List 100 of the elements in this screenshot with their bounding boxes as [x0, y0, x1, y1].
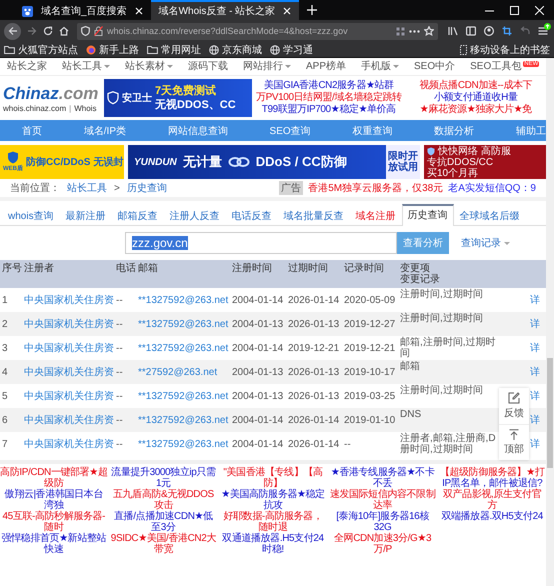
- crop-icon[interactable]: [502, 26, 512, 36]
- ad-banner[interactable]: YUNDUN 无计量 DDoS / CC防御 限时开放试用: [128, 145, 420, 179]
- ad-link[interactable]: 好耶数据-高防服务器，随时退: [219, 511, 327, 533]
- home-icon[interactable]: [59, 26, 69, 36]
- ad-link[interactable]: 【超级防御服务器】★打: [440, 467, 544, 478]
- nav-link[interactable]: SEO工具包: [470, 59, 522, 73]
- library-icon[interactable]: [448, 26, 458, 36]
- ad-link[interactable]: 老A实发短信QQ：9: [448, 181, 536, 195]
- nav-link[interactable]: 首页: [22, 124, 42, 138]
- back-button[interactable]: [4, 22, 21, 40]
- breadcrumb-link[interactable]: 历史查询: [126, 181, 167, 195]
- feedback-button[interactable]: 反馈: [499, 388, 529, 424]
- query-tab[interactable]: 历史查询: [402, 204, 454, 226]
- ad-link[interactable]: "美国香港【专线】【高防】: [219, 467, 327, 489]
- close-icon[interactable]: [283, 7, 292, 15]
- qr-code-icon[interactable]: [396, 26, 405, 36]
- ad-link[interactable]: 香港5M独享云服务器，仅38元: [308, 181, 444, 195]
- undo-icon[interactable]: [520, 26, 530, 36]
- table-link[interactable]: **1327592@263.net: [138, 390, 228, 402]
- analyze-button[interactable]: 查看分析: [397, 232, 449, 254]
- nav-link[interactable]: 数据分析: [434, 124, 474, 138]
- table-link[interactable]: 中央国家机关住房资: [24, 439, 114, 450]
- table-link[interactable]: **1327592@263.net: [138, 438, 228, 450]
- query-tab[interactable]: 域名批量反查: [278, 206, 350, 225]
- breadcrumb-link[interactable]: 站长工具: [67, 181, 107, 195]
- maximize-icon[interactable]: [510, 6, 519, 14]
- back-to-top-button[interactable]: 顶部: [499, 424, 529, 460]
- detail-link[interactable]: 详: [530, 391, 540, 402]
- sidebar-icon[interactable]: [466, 26, 476, 36]
- nav-link[interactable]: 站长工具: [62, 59, 102, 73]
- history-dropdown[interactable]: 查询记录: [461, 236, 510, 250]
- ad-link[interactable]: [泰海10年]服务器16核32G: [328, 511, 436, 533]
- table-link[interactable]: 中央国家机关住房资: [24, 295, 114, 306]
- menu-icon[interactable]: [538, 26, 548, 36]
- ad-link[interactable]: 视频点播CDN加速--成本下: [419, 80, 532, 92]
- ad-link[interactable]: 美国GIA香港CN2服务器★站群: [264, 80, 394, 92]
- star-icon[interactable]: [424, 26, 434, 36]
- query-tab[interactable]: 注册人反查: [164, 206, 226, 225]
- table-link[interactable]: **1327592@263.net: [138, 294, 228, 306]
- close-icon[interactable]: [134, 7, 143, 15]
- query-tab[interactable]: whois查询: [2, 206, 60, 225]
- site-logo[interactable]: Chinaz.com: [3, 84, 98, 104]
- nav-link[interactable]: 域名/IP类: [84, 124, 126, 138]
- ad-link[interactable]: 45互联-高防秒解服务器-随时: [0, 511, 108, 533]
- query-tab[interactable]: 域名注册: [350, 206, 402, 225]
- bookmark-item[interactable]: 京东商城: [222, 42, 262, 56]
- query-tab[interactable]: 最新注册: [60, 206, 112, 225]
- ad-link[interactable]: 傲翔云|香港韩国日本台湾独: [0, 489, 108, 511]
- ad-link[interactable]: 五九盾高防&无视DDOS攻击: [110, 489, 218, 511]
- nav-link[interactable]: 站长之家: [7, 59, 47, 73]
- search-field[interactable]: zzz.gov.cn: [125, 232, 397, 254]
- detail-link[interactable]: 详: [530, 343, 540, 354]
- ad-link[interactable]: 高防IP/CDN一键部署★超级防: [0, 467, 108, 489]
- nav-link[interactable]: SEO查询: [270, 124, 311, 138]
- ad-link[interactable]: ★美国高防服务器★稳定抗攻: [219, 489, 327, 511]
- forward-icon[interactable]: [27, 26, 37, 36]
- ad-link[interactable]: 全网CDN加速3分/G★3万/P: [328, 533, 436, 555]
- detail-link[interactable]: 详: [530, 295, 540, 306]
- ad-link[interactable]: 强悍稳排首页★新站整站快速: [0, 533, 108, 555]
- nav-link[interactable]: 网站排行: [243, 59, 283, 73]
- ad-link[interactable]: 9SIDC★美国/香港CN2大带宽: [110, 533, 218, 555]
- ad-link[interactable]: 双端播放器.双H5支付24: [441, 511, 543, 522]
- ad-link[interactable]: IP黑名单，邮件被退信?: [442, 478, 542, 489]
- table-link[interactable]: **1327592@263.net: [138, 342, 228, 354]
- address-bar[interactable]: whois.chinaz.com/reverse?ddlSearchMode=4&host=zzz.gov: [77, 22, 438, 40]
- ad-link[interactable]: 万PV100日结网盟/域名墙稳定跳转: [256, 92, 402, 104]
- bookmark-item[interactable]: 学习通: [283, 42, 313, 56]
- ad-link[interactable]: 双产品影视,原生支付官方: [438, 489, 546, 511]
- nav-link[interactable]: 辅助工: [516, 124, 546, 138]
- ad-banner[interactable]: 快快网络 高防服 专抗DDOS/CC 买10个月再: [424, 145, 546, 179]
- ad-link[interactable]: ★香港专线服务器★不卡不丢: [328, 467, 436, 489]
- ad-link[interactable]: ★麻花资源★独家大片★免: [420, 104, 532, 116]
- table-link[interactable]: 中央国家机关住房资: [24, 391, 114, 402]
- ad-link[interactable]: 速发国际短信内容不限制达率: [328, 489, 436, 511]
- reload-icon[interactable]: [43, 26, 53, 36]
- table-link[interactable]: 中央国家机关住房资: [24, 343, 114, 354]
- bookmark-item[interactable]: 常用网址: [161, 42, 201, 56]
- query-tab[interactable]: 邮箱反查: [112, 206, 164, 225]
- more-icon[interactable]: [409, 30, 420, 32]
- nav-link[interactable]: SEO中介: [414, 59, 456, 73]
- bookmark-item[interactable]: 火狐官方站点: [18, 42, 78, 56]
- nav-link[interactable]: APP榜单: [306, 59, 346, 73]
- close-icon[interactable]: [535, 6, 544, 14]
- bookmark-item[interactable]: 新手上路: [99, 42, 139, 56]
- ad-link[interactable]: 小额支付通道收H量: [434, 92, 518, 104]
- query-tab[interactable]: 电话反查: [226, 206, 278, 225]
- ad-link[interactable]: T99联盟万IP700★稳定★单价高: [262, 104, 396, 116]
- account-icon[interactable]: [484, 26, 494, 36]
- ad-link[interactable]: 双通道播放器.H5支付24时稳!: [219, 533, 327, 555]
- ad-link[interactable]: 流量提升3000独立ip只需1元: [110, 467, 218, 489]
- nav-link[interactable]: 源码下载: [188, 59, 228, 73]
- nav-link[interactable]: 权重查询: [352, 124, 392, 138]
- new-tab-icon[interactable]: [307, 5, 318, 15]
- browser-tab[interactable]: 域名Whois反查 - 站长之家: [150, 0, 300, 20]
- bookmark-folder[interactable]: 移动设备上的书签: [470, 42, 550, 56]
- nav-link[interactable]: 网站信息查询: [168, 124, 228, 138]
- nav-link[interactable]: 站长素材: [125, 59, 165, 73]
- nav-link[interactable]: 手机版: [361, 59, 392, 73]
- detail-link[interactable]: 详: [530, 439, 540, 450]
- query-tab[interactable]: 全球域名后缀: [454, 206, 526, 225]
